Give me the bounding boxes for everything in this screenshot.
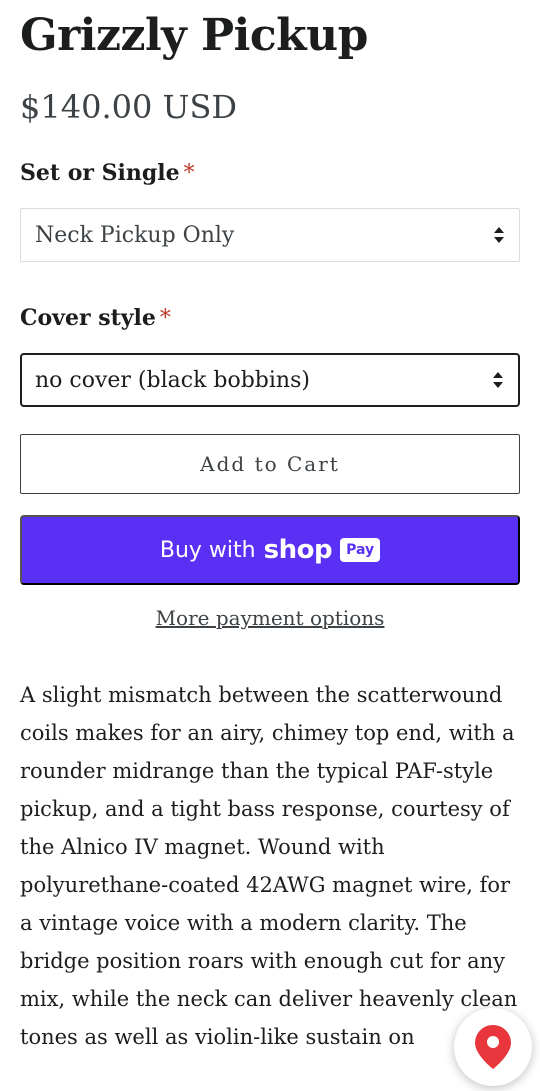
set-or-single-select[interactable]: Neck Pickup Only (20, 208, 520, 262)
buy-with-shop-pay-button[interactable]: Buy with shop Pay (20, 515, 520, 585)
buy-with-label: Buy with (159, 537, 256, 563)
set-or-single-selected-value: Neck Pickup Only (35, 222, 235, 248)
cover-style-label: Cover style * (20, 305, 171, 331)
product-title: Grizzly Pickup (20, 10, 368, 61)
set-or-single-label-text: Set or Single (20, 160, 180, 186)
location-button[interactable] (454, 1008, 532, 1086)
product-description: A slight mismatch between the scatterwou… (20, 683, 518, 1049)
select-arrows-icon (493, 372, 503, 388)
required-mark: * (159, 306, 171, 331)
required-mark: * (183, 161, 195, 186)
pay-badge: Pay (340, 538, 381, 562)
product-page: Grizzly Pickup $140.00 USD Set or Single… (0, 0, 540, 1091)
select-arrows-icon (494, 227, 504, 243)
shop-logo: shop (263, 535, 333, 565)
cover-style-label-text: Cover style (20, 305, 156, 331)
location-pin-icon (475, 1025, 511, 1069)
set-or-single-label: Set or Single * (20, 160, 195, 186)
cover-style-selected-value: no cover (black bobbins) (35, 367, 310, 393)
product-price: $140.00 USD (20, 88, 238, 126)
cover-style-select[interactable]: no cover (black bobbins) (20, 353, 520, 407)
add-to-cart-button[interactable]: Add to Cart (20, 434, 520, 494)
more-payment-options-link[interactable]: More payment options (0, 606, 540, 630)
